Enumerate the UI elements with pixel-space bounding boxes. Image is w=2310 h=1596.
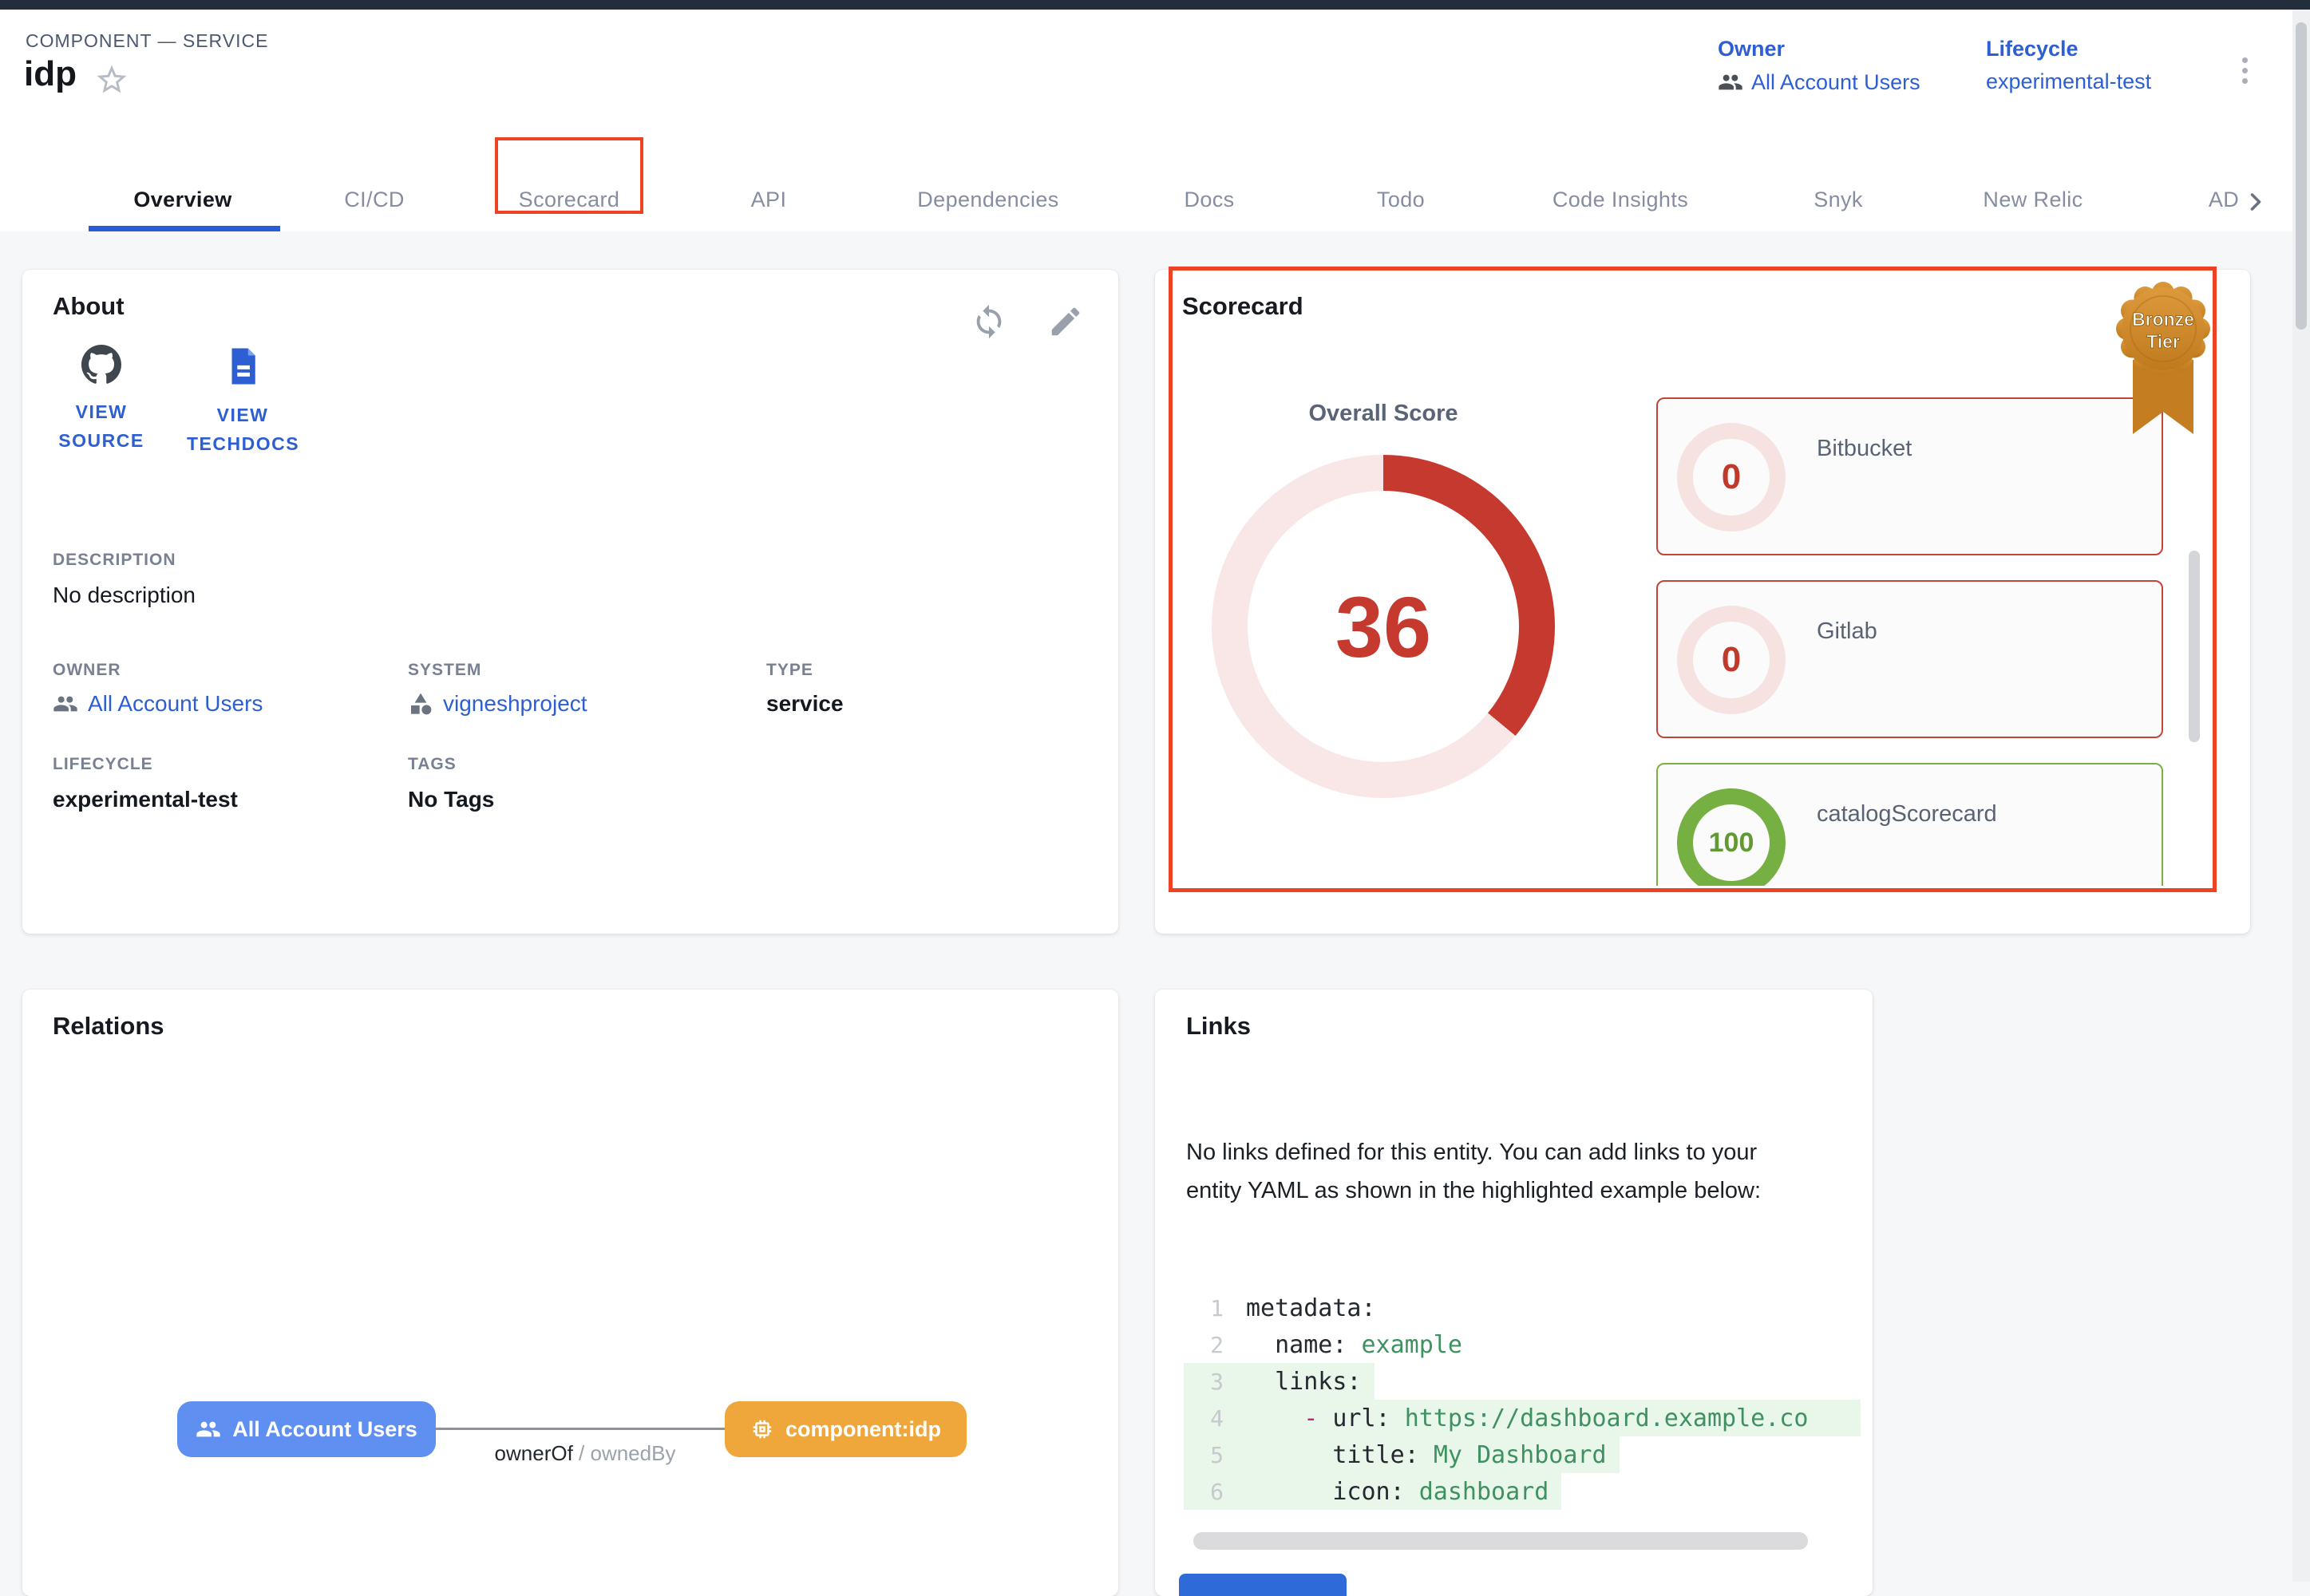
code-line-5: 5 title: My Dashboard — [1184, 1436, 1854, 1473]
people-icon — [1718, 69, 1743, 95]
header-lifecycle: Lifecycle experimental-test — [1986, 37, 2151, 94]
favorite-star-icon[interactable] — [94, 62, 129, 97]
score-ring: 0 — [1677, 606, 1786, 714]
score-ring: 100 — [1677, 788, 1786, 886]
tab-ad[interactable]: AD — [2209, 173, 2239, 226]
links-empty-message: No links defined for this entity. You ca… — [1186, 1133, 1801, 1210]
code-line-3: 3 links: — [1184, 1363, 1854, 1400]
system-field-value: vigneshproject — [443, 691, 587, 717]
view-source-link[interactable]: VIEW SOURCE — [42, 345, 161, 455]
code-line-4: 4 - url: https://dashboard.example.co — [1184, 1400, 1854, 1436]
owner-value: All Account Users — [1751, 70, 1920, 95]
github-icon — [81, 345, 121, 385]
refresh-icon[interactable] — [971, 303, 1007, 340]
edge-label-separator: / — [573, 1441, 591, 1465]
techdocs-doc-icon — [221, 345, 264, 388]
overall-score-label: Overall Score — [1224, 401, 1543, 427]
page-scrollbar-thumb[interactable] — [2296, 22, 2307, 330]
tab-overview[interactable]: Overview — [133, 173, 231, 226]
entity-header: COMPONENT — SERVICE idp Owner All Accoun… — [0, 10, 2310, 175]
relation-edge-line — [436, 1428, 725, 1430]
description-label: DESCRIPTION — [53, 551, 176, 570]
score-ring: 0 — [1677, 423, 1786, 531]
about-card: About VIEW SOURCE VIEW TECHDOCS — [22, 270, 1118, 934]
lifecycle-field-value: experimental-test — [53, 787, 238, 812]
owner-label: Owner — [1718, 37, 1920, 61]
links-card: Links No links defined for this entity. … — [1155, 990, 1873, 1596]
code-horizontal-scrollbar[interactable] — [1193, 1532, 1808, 1550]
tab-snyk[interactable]: Snyk — [1814, 173, 1863, 226]
breadcrumb: COMPONENT — SERVICE — [26, 30, 268, 52]
badge-line2: Tier — [2146, 331, 2180, 352]
lifecycle-field-label: LIFECYCLE — [53, 755, 153, 774]
score-item-name: catalogScorecard — [1817, 801, 1997, 828]
tab-dependencies[interactable]: Dependencies — [917, 173, 1058, 226]
lifecycle-label: Lifecycle — [1986, 37, 2151, 61]
overall-score-value: 36 — [1212, 455, 1555, 798]
scorecard-item-catalogscorecard[interactable]: 100 catalogScorecard — [1656, 763, 2163, 886]
system-icon — [408, 691, 433, 717]
top-window-bar — [0, 0, 2310, 10]
system-field-link[interactable]: vigneshproject — [408, 691, 587, 717]
code-line-6: 6 icon: dashboard — [1184, 1473, 1854, 1510]
relation-source-label: All Account Users — [232, 1417, 417, 1442]
system-field-label: SYSTEM — [408, 661, 481, 680]
relation-target-label: component:idp — [785, 1417, 941, 1442]
code-line-2: 2 name: example — [1184, 1326, 1854, 1363]
view-source-label: VIEW SOURCE — [45, 397, 157, 455]
edge-label-ownedby: ownedBy — [590, 1441, 675, 1465]
yaml-code-block: 1metadata:2 name: example3 links:4 - url… — [1184, 1290, 1854, 1510]
relations-card-title: Relations — [53, 1012, 164, 1041]
edit-icon[interactable] — [1047, 303, 1084, 340]
score-item-name: Bitbucket — [1817, 436, 1912, 462]
tabs-scroll-right-icon[interactable] — [2241, 188, 2270, 216]
links-card-title: Links — [1186, 1012, 1251, 1041]
tab-bar: Overview CI/CD Scorecard API Dependencies Doc… — [0, 173, 2310, 231]
header-owner: Owner All Account Users — [1718, 37, 1920, 95]
more-options-icon[interactable] — [2229, 48, 2261, 93]
relation-node-user-group[interactable]: All Account Users — [177, 1401, 436, 1457]
tab-code-insights[interactable]: Code Insights — [1553, 173, 1688, 226]
relations-card: Relations ownerOf / ownedBy All Account … — [22, 990, 1118, 1596]
tab-ci-cd[interactable]: CI/CD — [344, 173, 405, 226]
badge-line1: Bronze — [2132, 309, 2194, 330]
tab-api[interactable]: API — [751, 173, 787, 226]
scorecard-item-list: 0 Bitbucket 0 Gitlab 100 catalogScorecard — [1656, 389, 2183, 886]
about-card-title: About — [53, 292, 125, 321]
owner-field-value: All Account Users — [88, 691, 263, 717]
code-line-1: 1metadata: — [1184, 1290, 1854, 1326]
active-tab-indicator — [89, 226, 280, 231]
owner-field-label: OWNER — [53, 661, 121, 680]
scorecard-item-gitlab[interactable]: 0 Gitlab — [1656, 580, 2163, 738]
scorecard-item-bitbucket[interactable]: 0 Bitbucket — [1656, 397, 2163, 555]
lifecycle-value: experimental-test — [1986, 69, 2151, 94]
people-icon — [196, 1416, 221, 1442]
chip-icon — [750, 1417, 774, 1441]
people-icon — [53, 691, 78, 717]
relation-node-component[interactable]: component:idp — [725, 1401, 967, 1457]
tab-new-relic[interactable]: New Relic — [1983, 173, 2083, 226]
scorecard-card: Scorecard Overall Score 36 0 Bitbucket 0 Gi… — [1155, 270, 2250, 934]
description-value: No description — [53, 583, 196, 608]
view-techdocs-link[interactable]: VIEW TECHDOCS — [163, 345, 322, 458]
edge-label-ownerof: ownerOf — [495, 1441, 573, 1465]
type-field-label: TYPE — [766, 661, 813, 680]
page-title: idp — [24, 54, 77, 94]
tab-docs[interactable]: Docs — [1184, 173, 1234, 226]
score-item-name: Gitlab — [1817, 618, 1877, 645]
scorecard-list-scrollbar[interactable] — [2189, 551, 2200, 742]
tags-field-value: No Tags — [408, 787, 494, 812]
tags-field-label: TAGS — [408, 755, 457, 774]
type-field-value: service — [766, 691, 844, 717]
tab-scorecard[interactable]: Scorecard — [519, 173, 620, 226]
links-action-button[interactable] — [1179, 1574, 1347, 1596]
owner-field-link[interactable]: All Account Users — [53, 691, 263, 717]
lifecycle-link[interactable]: experimental-test — [1986, 69, 2151, 94]
bronze-tier-badge: Bronze Tier — [2107, 276, 2219, 445]
view-techdocs-label: VIEW TECHDOCS — [187, 401, 299, 458]
scorecard-card-title: Scorecard — [1182, 292, 1303, 321]
tab-todo[interactable]: Todo — [1377, 173, 1425, 226]
owner-link[interactable]: All Account Users — [1718, 69, 1920, 95]
relation-edge-label: ownerOf / ownedBy — [437, 1441, 733, 1466]
